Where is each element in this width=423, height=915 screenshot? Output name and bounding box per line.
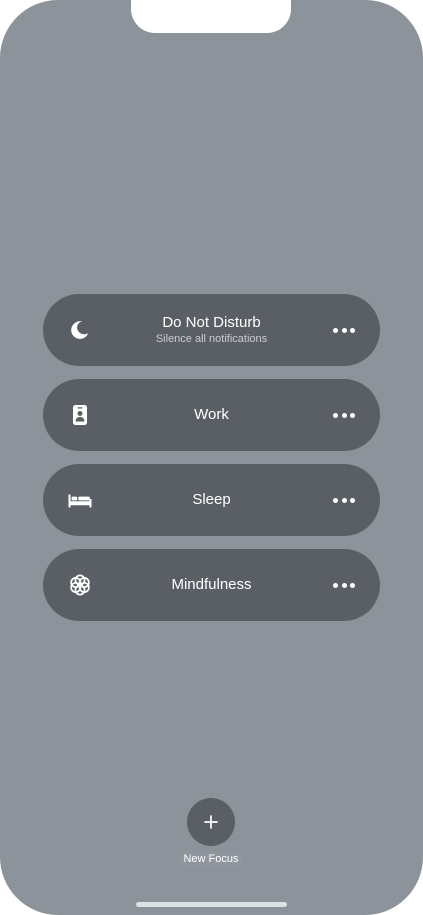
new-focus-button[interactable]: [187, 798, 235, 846]
focus-mode-subtitle: Silence all notifications: [155, 333, 268, 345]
ellipsis-dot: [350, 412, 355, 418]
bed-icon: [68, 488, 92, 512]
focus-mode-title: Do Not Disturb: [162, 314, 261, 331]
ellipsis-dot: [341, 497, 347, 503]
focus-screen: Do Not Disturb Silence all notifications…: [0, 0, 423, 915]
ellipsis-dot: [333, 327, 338, 333]
device-notch: [131, 0, 291, 33]
moon-icon: [68, 318, 92, 342]
more-options-button[interactable]: [333, 322, 355, 338]
focus-mode-work[interactable]: Work: [43, 379, 380, 451]
focus-mode-title: Mindfulness: [171, 576, 252, 593]
focus-mode-list: Do Not Disturb Silence all notifications…: [43, 294, 380, 634]
ellipsis-dot: [333, 582, 338, 588]
focus-mode-title: Sleep: [192, 491, 231, 508]
new-focus[interactable]: New Focus: [165, 798, 257, 872]
focus-mode-mindfulness[interactable]: Mindfulness: [43, 549, 380, 621]
home-indicator[interactable]: [136, 902, 287, 907]
more-options-button[interactable]: [333, 407, 355, 423]
focus-mode-do-not-disturb[interactable]: Do Not Disturb Silence all notifications: [43, 294, 380, 366]
ellipsis-dot: [333, 412, 338, 418]
ellipsis-dot: [350, 582, 355, 588]
ellipsis-dot: [350, 327, 355, 333]
ellipsis-dot: [333, 497, 338, 503]
focus-mode-text: Mindfulness: [113, 549, 310, 621]
mindfulness-flower-icon: [68, 573, 92, 597]
focus-mode-title: Work: [194, 406, 229, 423]
ellipsis-dot: [341, 412, 347, 418]
plus-icon: [204, 815, 218, 829]
more-options-button[interactable]: [333, 492, 355, 508]
focus-mode-text: Work: [113, 379, 310, 451]
ellipsis-dot: [350, 497, 355, 503]
new-focus-label: New Focus: [179, 852, 242, 866]
ellipsis-dot: [341, 327, 347, 333]
focus-mode-sleep[interactable]: Sleep: [43, 464, 380, 536]
id-badge-icon: [68, 403, 92, 427]
more-options-button[interactable]: [333, 577, 355, 593]
focus-mode-text: Sleep: [113, 464, 310, 536]
ellipsis-dot: [341, 582, 347, 588]
focus-mode-text: Do Not Disturb Silence all notifications: [113, 294, 310, 366]
